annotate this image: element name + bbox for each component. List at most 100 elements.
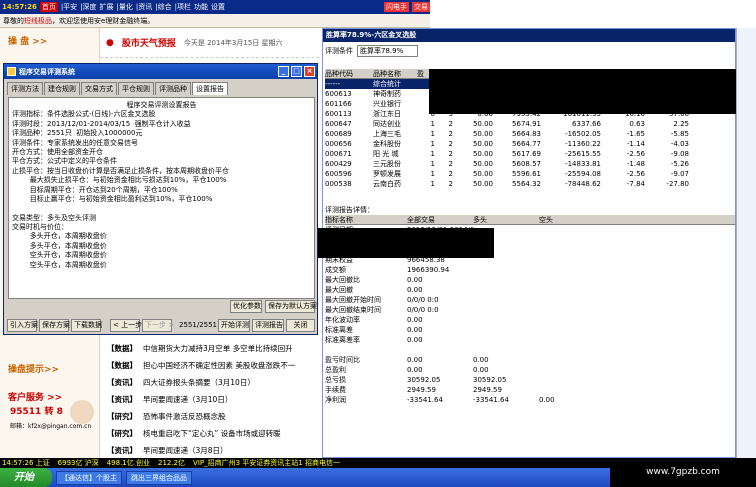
cell-g: -4.03 [670,140,689,148]
report-line: 多头平仓，本周期收盘价 [12,241,107,250]
windows-taskbar: 开始 【通达信】个股主 跳出三界组合品品 [0,468,610,487]
menu-functions[interactable]: 功能 [194,2,208,12]
table-row[interactable]: 600429 三元股份 1 2 50.00 5608.57 -14833.81 -1.48 -5… [325,159,735,169]
report-title: 程序交易评测设置报告 [126,101,197,109]
close-icon[interactable]: × [304,66,315,77]
status-server: VIP_招商广州3 平安证券资讯主站1 招商电信一 [193,459,340,467]
news-tag: 【资讯】 [107,446,137,455]
news-item[interactable]: 【资讯】 早间要闻速递（3月10日） [107,394,232,405]
detail-header: 指标名称 全部交易 多头 空头 [325,215,735,225]
detail-cell-k: 手续费 [325,386,346,394]
menu-general[interactable]: |综合 [155,2,171,12]
detail-cell-v3 [539,245,605,255]
table-row[interactable]: 000671 阳 光 城 1 2 50.00 5617.69 -25615.55 -2.56 -… [325,149,735,159]
tab-method[interactable]: 评测方法 [7,82,43,95]
news-text[interactable]: 早间要闻速递（3月8日） [143,446,228,455]
trading-heading[interactable]: 操 盘 >> [0,28,99,53]
download-data-button[interactable]: 下载数据 [71,319,102,332]
cell-d: 5596.61 [512,170,541,178]
import-plan-button[interactable]: 引入方案 [7,319,38,332]
table-row[interactable]: 000538 云南白药 1 2 50.00 5564.32 -78448.62 -7.84 -2… [325,179,735,189]
table-row[interactable]: 600689 上海三毛 1 2 50.00 5664.83 -16502.05 -1.65 -5… [325,129,735,139]
news-item[interactable]: 【数据】 担心中国经济不确定性因素 美股收盘涨跌不一 [107,360,295,371]
news-tag: 【研究】 [107,429,137,438]
cell-d: 5664.77 [512,140,541,148]
prev-step-button[interactable]: < 上一步 [110,319,142,332]
menu-column[interactable]: |项栏 [175,2,191,12]
tab-products[interactable]: 评测品种 [155,82,191,95]
detail-cell-v2 [473,275,539,285]
detail-cell-v1: 0.00 [407,276,423,284]
maximize-icon[interactable]: □ [291,66,302,77]
start-test-button[interactable]: 开始评测 [218,319,250,332]
menu-depth[interactable]: |深度 [80,2,96,12]
col-code[interactable]: 品种代码 [325,69,373,78]
menu-pingan[interactable]: |平安 [61,2,77,12]
menu-extend[interactable]: 扩展 [100,2,114,12]
detail-cell-v3 [539,305,605,315]
news-item[interactable]: 【资讯】 四大证券报头条摘要（3月10日） [107,377,255,388]
flash-trade-button[interactable]: 闪电手 [384,2,409,12]
news-text[interactable]: 四大证券报头条摘要（3月10日） [143,378,255,387]
status-sh: 14:57:26 上证 [2,459,50,467]
detail-cell-v2: 2949.59 [473,386,502,394]
table-row[interactable]: 600596 罗顿发展 1 2 50.00 5596.61 -25594.08 -2.56 -9… [325,169,735,179]
detail-cell-v1: 0.00 [407,336,423,344]
news-text[interactable]: 担心中国经济不确定性因素 美股收盘涨跌不一 [143,361,295,370]
cell-b: 2 [448,170,453,178]
menu-settings[interactable]: 设置 [211,2,225,12]
task-combo[interactable]: 跳出三界组合品品 [126,470,192,485]
save-default-button[interactable]: 保存为默认方案 [265,300,317,313]
news-text[interactable]: 中信期货大力减持3月空单 多空单比持续回升 [143,344,293,353]
news-item[interactable]: 【研究】 核电重启吃下“定心丸” 设备市场或迎转暖 [107,428,281,439]
program-trading-dialog: 程序交易评测系统 _ □ × 评测方法 建仓规则 交易方式 平仓规则 评测品种 … [3,63,318,335]
detail-cell-v1: 2949.59 [407,386,436,394]
detail-cell-v1: 0.00 [407,286,423,294]
report-line: 最大损失止损平仓：与初始资金相比亏损达到10%，平仓100% [12,176,227,185]
detail-cell-v3: 0.00 [539,396,555,404]
news-text[interactable]: 恐怖事件激活反恐概念股 [143,412,226,421]
detail-cell-k: 成交额 [325,266,346,274]
cell-c: 50.00 [472,180,493,188]
news-item[interactable]: 【数据】 中信期货大力减持3月空单 多空单比持续回升 [107,343,293,354]
condition-row: 评测条件 胜算率78.9% [325,45,419,57]
col-short: 空头 [539,216,553,224]
cell-e: -25594.08 [565,170,601,178]
table-row[interactable]: 600647 同达创业 1 2 50.00 5674.91 6337.66 0.63 2.25 [325,119,735,129]
weather-title[interactable]: 股市天气预报 [122,36,176,49]
report-line: 目标止赢平仓：与初始资金相比盈利达到10%，平仓100% [12,194,213,203]
tab-report[interactable]: 设置报告 [192,82,228,95]
test-report-button[interactable]: 评测报告 [252,319,284,332]
detail-cell-v3 [539,325,605,335]
next-step-button[interactable]: 下一步 > [142,319,174,332]
col-indicator: 指标名称 [325,216,353,224]
news-text[interactable]: 核电重启吃下“定心丸” 设备市场或迎转暖 [143,429,281,438]
close-button[interactable]: 关闭 [286,319,315,332]
menu-news[interactable]: |资讯 [136,2,152,12]
detail-cell-v1: 1966390.94 [407,266,450,274]
start-button[interactable]: 开始 [0,468,52,487]
cell-d: 5664.83 [512,130,541,138]
optimize-params-button[interactable]: 优化参数 [230,300,262,313]
tab-trade-mode[interactable]: 交易方式 [81,82,117,95]
minimize-icon[interactable]: _ [278,66,289,77]
cell-code: 600689 [325,130,352,138]
tab-close-rules[interactable]: 平仓规则 [118,82,154,95]
task-tdx[interactable]: 【通达信】个股主 [56,470,122,485]
table-row[interactable]: 000656 金科股份 1 2 50.00 5664.77 -11360.22 -1.14 -4… [325,139,735,149]
menu-quant[interactable]: |量化 [117,2,133,12]
detail-cell-v3 [539,235,605,245]
trade-tips-heading[interactable]: 操盘提示>> [0,356,67,381]
condition-select[interactable]: 胜算率78.9% [357,45,419,57]
trade-button[interactable]: 交易 [412,2,430,12]
news-text[interactable]: 早间要闻速递（3月10日） [143,395,232,404]
condition-label: 评测条件 [325,47,353,55]
menu-home[interactable]: 首页 [39,2,58,12]
cell-e: 6337.66 [572,120,601,128]
detail-title: 评测报告详情： [325,206,374,214]
news-item[interactable]: 【资讯】 早间要闻速递（3月8日） [107,445,228,456]
tab-open-rules[interactable]: 建仓规则 [44,82,80,95]
save-plan-button[interactable]: 保存方案 [39,319,70,332]
col-name[interactable]: 品种名称 [373,69,417,78]
news-item[interactable]: 【研究】 恐怖事件激活反恐概念股 [107,411,226,422]
